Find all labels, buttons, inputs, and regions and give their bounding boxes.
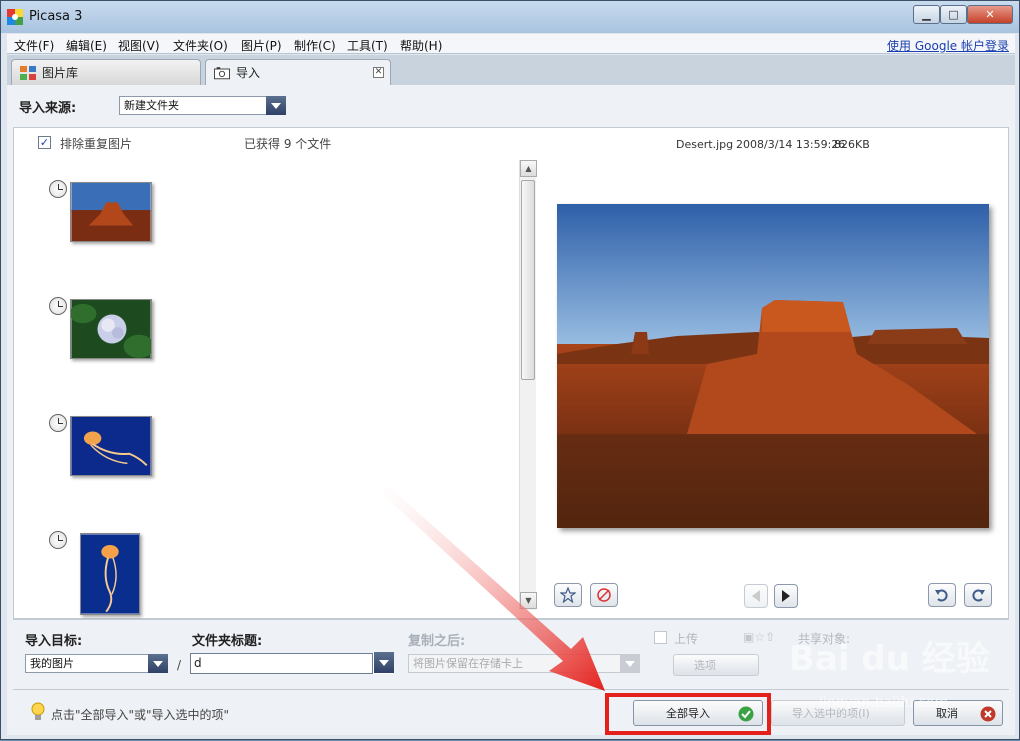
close-window-button[interactable]: ✕ xyxy=(967,5,1013,24)
arrow-right-icon xyxy=(782,590,790,602)
clock-icon xyxy=(49,414,67,432)
chevron-down-icon xyxy=(374,652,394,673)
chevron-down-icon xyxy=(266,96,286,115)
scroll-thumb[interactable] xyxy=(521,180,535,380)
folder-title-input[interactable]: d xyxy=(190,653,373,674)
baidu-watermark-url: jingyan.baidu.com xyxy=(819,695,949,711)
import-source-value: 新建文件夹 xyxy=(124,99,179,112)
exclude-duplicates-checkbox[interactable]: ✓ xyxy=(38,136,51,149)
folder-title-dropdown[interactable] xyxy=(373,652,394,674)
next-button[interactable] xyxy=(774,584,798,608)
path-separator: / xyxy=(177,658,182,672)
menu-edit[interactable]: 编辑(E) xyxy=(66,37,107,54)
import-target-select[interactable]: 我的图片 xyxy=(25,654,168,673)
menu-folder[interactable]: 文件夹(O) xyxy=(173,37,228,54)
exclude-button[interactable] xyxy=(590,583,618,607)
baidu-watermark: Bai du 经验 xyxy=(789,639,990,679)
options-button[interactable]: 选项 xyxy=(673,654,759,676)
thumbnail-jellyfish-2[interactable] xyxy=(80,533,140,615)
import-panel: ✓ 排除重复图片 已获得 9 个文件 ▲ ▼ Desert.jpg 2008/3… xyxy=(13,127,1009,619)
clock-icon xyxy=(49,180,67,198)
thumbnail-scrollbar[interactable]: ▲ ▼ xyxy=(519,160,537,610)
star-button[interactable] xyxy=(554,583,582,607)
rotate-right-icon xyxy=(972,589,985,602)
picasa-window: Picasa 3 ▁ □ ✕ 文件(F) 编辑(E) 视图(V) 文件夹(O) … xyxy=(0,0,1020,740)
tab-bar: 图片库 导入 ✕ xyxy=(7,55,1015,85)
share-icons: ▣☆⇧ xyxy=(743,630,776,644)
camera-icon xyxy=(214,66,230,79)
arrow-left-icon xyxy=(752,590,760,602)
chevron-down-icon xyxy=(148,654,168,673)
lightbulb-icon xyxy=(31,702,45,720)
after-copy-label: 复制之后: xyxy=(408,634,466,649)
title-bar: Picasa 3 ▁ □ ✕ xyxy=(1,1,1019,33)
star-icon xyxy=(560,587,576,603)
chevron-down-icon xyxy=(620,654,640,673)
import-all-highlight-box xyxy=(605,693,771,735)
menu-bar: 文件(F) 编辑(E) 视图(V) 文件夹(O) 图片(P) 制作(C) 工具(… xyxy=(7,34,1015,54)
thumbnail-jellyfish[interactable] xyxy=(70,416,152,476)
preview-image-desert xyxy=(557,204,989,528)
found-files-text: 已获得 9 个文件 xyxy=(244,137,332,151)
menu-tools[interactable]: 工具(T) xyxy=(347,37,388,54)
import-target-value: 我的图片 xyxy=(30,657,74,670)
menu-picture[interactable]: 图片(P) xyxy=(241,37,282,54)
tab-library[interactable]: 图片库 xyxy=(11,59,201,85)
import-hint: 点击"全部导入"或"导入选中的项" xyxy=(51,708,230,722)
maximize-button[interactable]: □ xyxy=(940,5,967,24)
google-signin-link[interactable]: 使用 Google 帐户登录 xyxy=(887,37,1009,54)
tab-library-label: 图片库 xyxy=(42,66,79,80)
window-title: Picasa 3 xyxy=(29,9,83,24)
thumbnail-desert[interactable] xyxy=(70,182,152,242)
thumbnail-hydrangea[interactable] xyxy=(70,299,152,359)
tab-import[interactable]: 导入 ✕ xyxy=(205,59,391,85)
after-copy-select[interactable]: 将图片保留在存储卡上 xyxy=(408,654,640,673)
menu-create[interactable]: 制作(C) xyxy=(294,37,336,54)
scroll-down-icon[interactable]: ▼ xyxy=(520,592,537,609)
rotate-right-button[interactable] xyxy=(964,583,992,607)
import-source-select[interactable]: 新建文件夹 xyxy=(119,96,286,115)
upload-label: 上传 xyxy=(674,632,699,646)
rotate-left-button[interactable] xyxy=(928,583,956,607)
exclude-duplicates-label: 排除重复图片 xyxy=(60,137,133,151)
after-copy-value: 将图片保留在存储卡上 xyxy=(413,657,523,670)
scroll-up-icon[interactable]: ▲ xyxy=(520,160,537,177)
import-target-label: 导入目标: xyxy=(25,634,83,649)
tab-close-icon[interactable]: ✕ xyxy=(373,67,384,78)
menu-view[interactable]: 视图(V) xyxy=(118,37,160,54)
cancel-x-icon xyxy=(980,706,996,722)
rotate-left-icon xyxy=(935,589,948,602)
upload-checkbox[interactable] xyxy=(654,631,667,644)
minimize-button[interactable]: ▁ xyxy=(913,5,940,24)
options-label: 选项 xyxy=(694,659,716,672)
preview-date: 2008/3/14 13:59:26 xyxy=(736,138,846,151)
picasa-app-icon xyxy=(7,9,23,25)
preview-size: 826KB xyxy=(834,138,870,151)
exclude-icon xyxy=(597,588,611,602)
clock-icon xyxy=(49,297,67,315)
clock-icon xyxy=(49,531,67,549)
tab-import-label: 导入 xyxy=(236,66,261,80)
import-source-label: 导入来源: xyxy=(19,101,77,116)
folder-title-label: 文件夹标题: xyxy=(192,634,263,649)
library-grid-icon xyxy=(20,65,36,80)
preview-filename: Desert.jpg xyxy=(676,138,734,151)
menu-file[interactable]: 文件(F) xyxy=(14,37,54,54)
menu-help[interactable]: 帮助(H) xyxy=(400,37,442,54)
previous-button[interactable] xyxy=(744,584,768,608)
